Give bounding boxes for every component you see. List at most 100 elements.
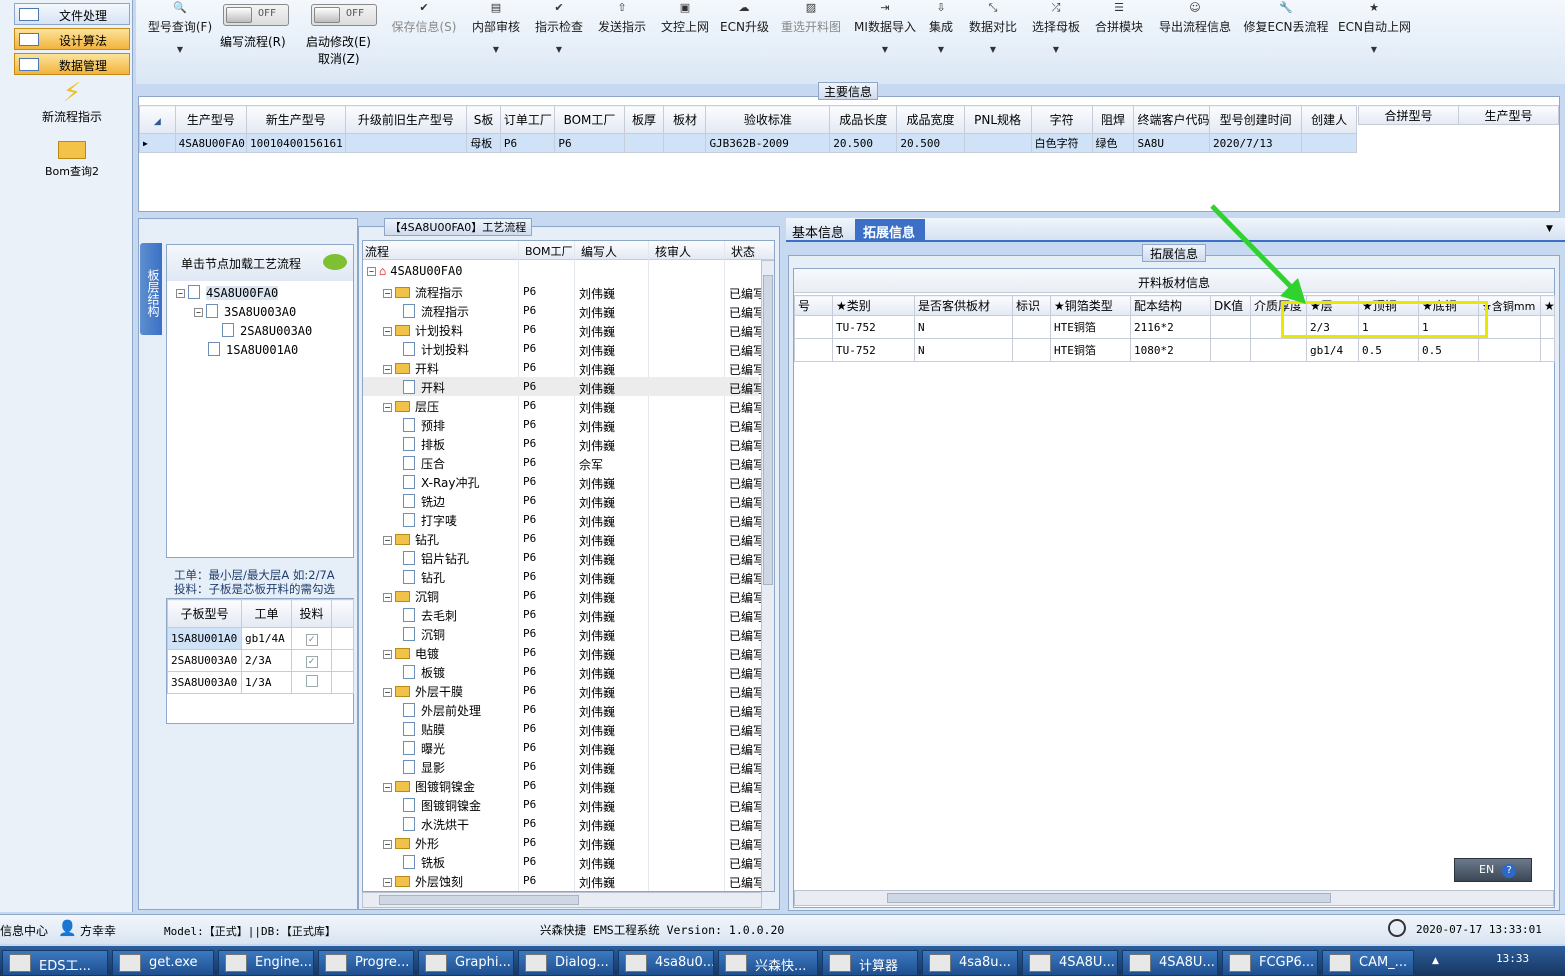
flow-cell[interactable]: 刘伟巍 [579,684,639,701]
table-cell[interactable]: HTE铜箔 [1050,338,1131,362]
flow-cell[interactable]: P6 [523,342,583,355]
flow-cell[interactable]: 已编写 [729,779,761,796]
column-header[interactable]: BOM工厂 [554,105,625,134]
table-cell[interactable]: 0.5 [1418,338,1479,362]
flow-cell[interactable]: 已编写 [729,285,761,302]
column-header[interactable]: 合拼型号 [1358,105,1459,125]
table-cell[interactable] [1210,315,1251,339]
flow-node[interactable]: 去毛刺 [403,607,457,624]
table-cell[interactable]: 1080*2 [1130,338,1211,362]
flow-cell[interactable]: 刘伟巍 [579,342,639,359]
flow-hscroll[interactable] [362,892,762,908]
flow-cell[interactable]: 已编写 [729,665,761,682]
flow-cell[interactable]: 刘伟巍 [579,855,639,872]
flow-cell[interactable]: 刘伟巍 [579,703,639,720]
column-header[interactable]: 成品宽度 [896,105,965,134]
flow-cell[interactable]: P6 [523,798,583,811]
column-header[interactable]: ★类别 [832,295,915,316]
flow-cell[interactable]: 已编写 [729,646,761,663]
model-query-button[interactable]: 🔍 型号查询(F) ▼ [141,0,219,62]
repair-ecn-button[interactable]: 🔧 修复ECN丢流程 [1243,0,1329,62]
column-header[interactable]: 升级前旧生产型号 [344,105,468,134]
table-cell[interactable] [1478,338,1541,362]
table-cell[interactable]: 2SA8U003A0 [167,649,242,672]
column-header[interactable]: ★ [1540,295,1555,316]
flow-node[interactable]: − 电镀 [383,645,439,662]
table-cell[interactable]: TU-752 [832,338,915,362]
flow-node[interactable]: − 计划投料 [383,322,463,339]
table-cell[interactable]: TU-752 [832,315,915,339]
collapse-icon[interactable]: − [383,593,392,602]
column-header[interactable]: 新生产型号 [245,105,346,134]
table-cell[interactable]: 母板 [466,133,501,153]
flow-node[interactable]: 贴膜 [403,721,445,738]
column-header[interactable]: 型号创建时间 [1208,105,1303,134]
flow-cell[interactable]: 已编写 [729,722,761,739]
integrate-button[interactable]: ⇩ 集成 ▼ [926,0,956,62]
flow-cell[interactable]: 刘伟巍 [579,532,639,549]
column-header[interactable]: 生产型号 [1458,105,1559,125]
table-cell[interactable]: N [914,315,1013,339]
flow-cell[interactable]: 已编写 [729,817,761,834]
flow-cell[interactable]: P6 [523,703,583,716]
flow-row[interactable]: − 层压 P6刘伟巍 已编写 [363,397,761,416]
flow-cell[interactable]: P6 [523,285,583,298]
flow-row[interactable]: 外层前处理 P6刘伟巍 已编写 [363,701,761,720]
flow-cell[interactable]: 刘伟巍 [579,608,639,625]
column-header[interactable]: ★铜箔类型 [1050,295,1131,316]
flow-cell[interactable]: P6 [523,760,583,773]
column-header[interactable]: 终端客户代码 [1133,105,1210,134]
taskbar-item[interactable]: Dialog... [518,950,614,976]
flow-cell[interactable]: P6 [523,836,583,849]
bom-query-action[interactable]: Bom查询2 [30,137,114,183]
table-row[interactable]: 2SA8U003A0 2/3A ✓ [167,649,354,672]
flow-cell[interactable]: P6 [523,380,583,393]
flow-node[interactable]: − 沉铜 [383,588,439,605]
mi-import-button[interactable]: ⇥ MI数据导入 ▼ [852,0,918,62]
column-header[interactable]: 订单工厂 [499,105,556,134]
flow-row[interactable]: 铣边 P6刘伟巍 已编写 [363,492,761,511]
column-header[interactable]: 子板型号 [167,599,242,628]
flow-node[interactable]: 打字唛 [403,512,457,529]
flow-cell[interactable]: P6 [523,361,583,374]
flow-cell[interactable]: P6 [523,494,583,507]
column-header[interactable]: S板 [466,105,501,134]
flow-cell[interactable]: 刘伟巍 [579,646,639,663]
flow-cell[interactable]: P6 [523,456,583,469]
column-header[interactable]: 号 [794,295,833,316]
table-cell[interactable] [344,133,468,153]
flow-cell[interactable]: 已编写 [729,589,761,606]
flow-cell[interactable]: 已编写 [729,304,761,321]
flow-node[interactable]: − 外层蚀刻 [383,873,463,890]
flow-row[interactable]: 板镀 P6刘伟巍 已编写 [363,663,761,682]
tree-node[interactable]: −3SA8U003A0 [194,304,296,319]
flow-cell[interactable]: P6 [523,779,583,792]
flow-row[interactable]: 铝片钻孔 P6刘伟巍 已编写 [363,549,761,568]
taskbar-item[interactable]: Graphi... [418,950,514,976]
flow-cell[interactable]: 刘伟巍 [579,304,639,321]
flow-cell[interactable]: 刘伟巍 [579,874,639,891]
flow-cell[interactable]: 刘伟巍 [579,380,639,397]
flow-row[interactable]: − 沉铜 P6刘伟巍 已编写 [363,587,761,606]
feed-checkbox[interactable]: ✓ [305,655,318,668]
flow-cell[interactable]: P6 [523,513,583,526]
ime-indicator[interactable]: EN? [1454,858,1532,882]
table-cell[interactable] [1012,338,1051,362]
collapse-icon[interactable]: − [383,289,392,298]
flow-node[interactable]: 水洗烘干 [403,816,469,833]
taskbar-clock[interactable]: 13:33 [1496,952,1529,965]
flow-row[interactable]: 水洗烘干 P6刘伟巍 已编写 [363,815,761,834]
flow-cell[interactable]: 已编写 [729,760,761,777]
flow-cell[interactable]: P6 [523,684,583,697]
flow-cell[interactable]: 刘伟巍 [579,437,639,454]
flow-cell[interactable]: 刘伟巍 [579,285,639,302]
flow-vscroll[interactable] [761,260,774,891]
flow-root-node[interactable]: − ⌂ 4SA8U00FA0 [367,264,462,278]
column-header[interactable]: 验收标准 [705,105,831,134]
flow-cell[interactable]: 已编写 [729,361,761,378]
table-cell[interactable]: P6 [499,133,556,153]
column-header[interactable]: 工单 [241,599,292,628]
flow-row[interactable]: − 流程指示 P6刘伟巍 已编写 [363,283,761,302]
table-cell[interactable]: GJB362B-2009 [705,133,831,153]
flow-cell[interactable]: 已编写 [729,418,761,435]
